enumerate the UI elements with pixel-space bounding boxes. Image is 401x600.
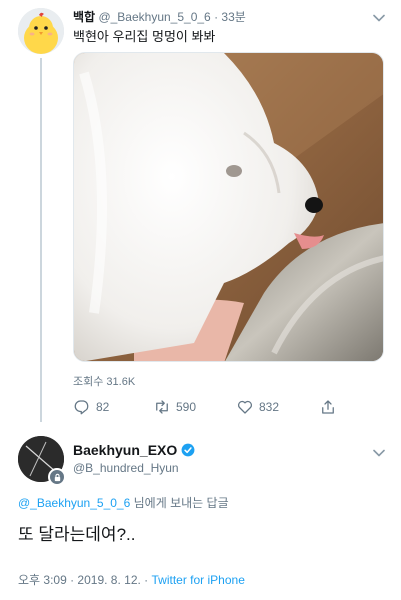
user-avatar[interactable] (18, 436, 66, 486)
tweet-source[interactable]: Twitter for iPhone (152, 573, 245, 587)
tweet-header: 백합 @_Baekhyun_5_0_6 · 33분 (73, 8, 246, 25)
chick-avatar-image (18, 8, 64, 54)
display-name[interactable]: 백합 (73, 10, 95, 24)
replying-to-suffix: 님에게 보내는 답글 (130, 496, 229, 510)
reply-tweet[interactable]: Baekhyun_EXO @B_hundred_Hyun @_Baekhyun_… (0, 428, 401, 600)
user-avatar[interactable] (18, 8, 64, 54)
view-count: 조회수 31.6K (73, 376, 136, 388)
display-name[interactable]: Baekhyun_EXO (73, 442, 177, 458)
chevron-down-icon[interactable] (372, 11, 386, 25)
replying-to-handle[interactable]: @_Baekhyun_5_0_6 (18, 496, 130, 510)
chevron-down-icon[interactable] (372, 446, 386, 460)
retweet-count: 590 (176, 400, 197, 414)
tweet-timestamp[interactable]: 오후 3:09 · 2019. 8. 12. · (18, 573, 152, 587)
like-count: 832 (259, 400, 280, 414)
reply-count: 82 (96, 400, 110, 414)
tweet-time[interactable]: 33분 (221, 10, 245, 24)
tweet-text: 백현아 우리집 멍멍이 봐봐 (73, 29, 216, 44)
retweet-icon (156, 400, 168, 414)
share-button[interactable] (319, 397, 337, 417)
like-button[interactable]: 832 (236, 397, 279, 417)
user-handle[interactable]: @_Baekhyun_5_0_6 (98, 10, 210, 24)
replying-to-line: @_Baekhyun_5_0_6 님에게 보내는 답글 (18, 494, 229, 511)
locked-badge-icon (48, 468, 66, 486)
tweet-text: 또 달라는데여?.. (18, 525, 136, 544)
retweet-button[interactable]: 590 (153, 397, 196, 417)
dog-photo (74, 53, 383, 361)
tweet-actions: 82 590 832 (73, 397, 343, 417)
display-name-row: Baekhyun_EXO (73, 442, 195, 458)
original-tweet[interactable]: 백합 @_Baekhyun_5_0_6 · 33분 백현아 우리집 멍멍이 봐봐 (0, 0, 401, 428)
thread-connector-line (40, 58, 42, 422)
user-handle[interactable]: @B_hundred_Hyun (73, 461, 179, 475)
verified-badge-icon (181, 443, 195, 457)
separator-dot: · (214, 10, 219, 24)
reply-icon (74, 400, 89, 415)
reply-button[interactable]: 82 (73, 397, 109, 417)
share-icon (322, 400, 334, 414)
tweet-video-thumbnail[interactable] (73, 52, 384, 362)
like-icon (237, 400, 253, 414)
tweet-meta: 오후 3:09 · 2019. 8. 12. · Twitter for iPh… (18, 571, 245, 588)
